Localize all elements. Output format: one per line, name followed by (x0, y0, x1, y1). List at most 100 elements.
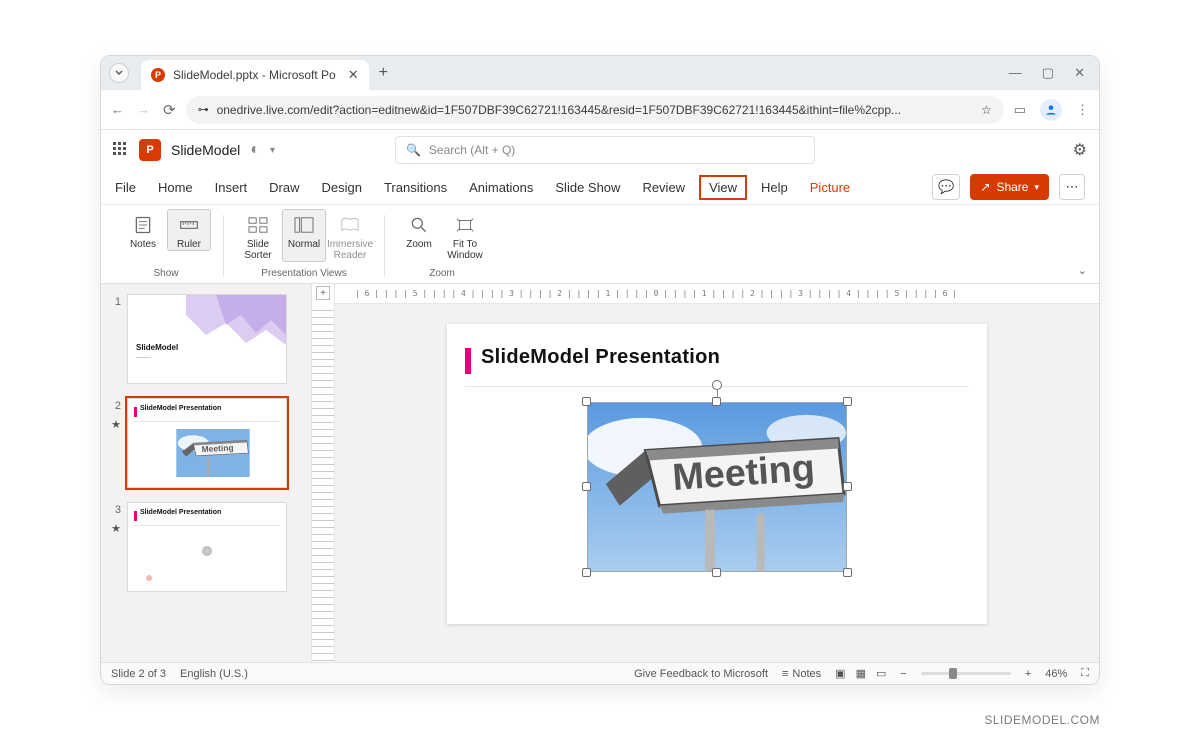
bookmark-star-icon[interactable]: ☆ (981, 103, 992, 117)
back-button[interactable]: ← (111, 102, 127, 118)
fit-to-window-status-button[interactable]: ⛶ (1081, 667, 1089, 680)
ruler-expand-button[interactable]: + (316, 286, 330, 300)
forward-button[interactable]: → (137, 102, 153, 118)
slideshow-view-icon[interactable]: ▭ (876, 667, 886, 680)
slide-title[interactable]: SlideModel Presentation (481, 346, 720, 369)
resize-handle-b[interactable] (712, 568, 721, 577)
thumb3-dot (146, 575, 152, 581)
tab-design[interactable]: Design (322, 176, 362, 199)
slide-sorter-button[interactable]: SlideSorter (236, 209, 280, 262)
tab-help[interactable]: Help (761, 176, 788, 199)
more-options-button[interactable]: ⋯ (1059, 174, 1085, 200)
sorter-view-icon[interactable]: ▦ (856, 667, 866, 680)
normal-view-button[interactable]: Normal (282, 209, 326, 262)
site-info-icon[interactable]: ⊶ (198, 103, 209, 116)
notes-toggle[interactable]: ≡Notes (782, 668, 821, 680)
zoom-slider-knob[interactable] (949, 668, 957, 679)
view-switcher: ▣ ▦ ▭ (835, 667, 886, 680)
zoom-label: Zoom (406, 239, 432, 250)
tab-file[interactable]: File (115, 176, 136, 199)
immersive-reader-button[interactable]: ImmersiveReader (328, 209, 372, 262)
tab-transitions[interactable]: Transitions (384, 176, 447, 199)
app-launcher-icon[interactable] (113, 142, 129, 158)
zoom-in-button[interactable]: + (1025, 668, 1031, 680)
browser-menu-icon[interactable]: ⋮ (1076, 102, 1089, 118)
resize-handle-t[interactable] (712, 397, 721, 406)
browser-tab[interactable]: P SlideModel.pptx - Microsoft Po ✕ (141, 60, 369, 90)
thumb1-art (186, 295, 286, 355)
fit-to-window-button[interactable]: Fit ToWindow (443, 209, 487, 262)
reload-button[interactable]: ⟳ (163, 101, 176, 119)
settings-gear-icon[interactable]: ⚙ (1073, 140, 1087, 160)
address-bar[interactable]: ⊶ onedrive.live.com/edit?action=editnew&… (186, 96, 1004, 124)
tab-picture[interactable]: Picture (810, 176, 850, 199)
zoom-slider[interactable] (921, 672, 1011, 675)
watermark: SLIDEMODEL.COM (984, 713, 1100, 727)
maximize-button[interactable]: ▢ (1042, 65, 1054, 81)
slide-canvas-area[interactable]: SlideModel Presentation (335, 304, 1099, 662)
document-name[interactable]: SlideModel (171, 142, 240, 158)
slide-counter[interactable]: Slide 2 of 3 (111, 668, 166, 680)
profile-avatar-icon[interactable] (1040, 99, 1062, 121)
slide-title-accent (465, 348, 471, 374)
notes-label: Notes (130, 239, 156, 250)
resize-handle-br[interactable] (843, 568, 852, 577)
close-tab-icon[interactable]: ✕ (348, 67, 359, 83)
thumb-number: 1 (111, 294, 121, 308)
slide-thumbnail-2[interactable]: SlideModel Presentation Meeting (127, 398, 287, 488)
browser-tab-bar: P SlideModel.pptx - Microsoft Po ✕ + — ▢… (101, 56, 1099, 90)
notes-button[interactable]: Notes (121, 209, 165, 251)
tab-review[interactable]: Review (642, 176, 685, 199)
ir-l1: Immersive (327, 239, 373, 250)
zoom-button[interactable]: Zoom (397, 209, 441, 262)
comments-button[interactable]: 💬 (932, 174, 960, 200)
tab-view[interactable]: View (699, 175, 747, 200)
slide[interactable]: SlideModel Presentation (447, 324, 987, 624)
app-header: P SlideModel ◐ ▾ 🔍 Search (Alt + Q) ⚙ (101, 130, 1099, 170)
collapse-ribbon-button[interactable]: ⌄ (1078, 264, 1087, 277)
thumb-number: 3 (111, 502, 121, 516)
share-label: Share (996, 180, 1028, 194)
thumb3-accent (134, 511, 137, 521)
ruler-button[interactable]: Ruler (167, 209, 211, 251)
extensions-icon[interactable]: ▭ (1014, 102, 1026, 118)
feedback-link[interactable]: Give Feedback to Microsoft (634, 668, 768, 680)
animation-star-icon: ★ (111, 522, 121, 535)
resize-handle-l[interactable] (582, 482, 591, 491)
tab-animations[interactable]: Animations (469, 176, 533, 199)
close-window-button[interactable]: ✕ (1074, 65, 1085, 81)
tab-home[interactable]: Home (158, 176, 193, 199)
svg-text:Meeting: Meeting (201, 442, 233, 454)
thumb2-accent (134, 407, 137, 417)
powerpoint-favicon-icon: P (151, 68, 165, 82)
resize-handle-bl[interactable] (582, 568, 591, 577)
doc-options-chevron-icon[interactable]: ▾ (270, 145, 275, 156)
powerpoint-logo-icon: P (139, 139, 161, 161)
search-input[interactable]: 🔍 Search (Alt + Q) (395, 136, 815, 164)
tab-slideshow[interactable]: Slide Show (555, 176, 620, 199)
thumbnail-row: 1 SlideModel ——— (111, 294, 301, 384)
language-status[interactable]: English (U.S.) (180, 668, 248, 680)
zoom-percent[interactable]: 46% (1045, 668, 1067, 680)
minimize-button[interactable]: — (1009, 65, 1022, 81)
tab-draw[interactable]: Draw (269, 176, 299, 199)
resize-handle-tr[interactable] (843, 397, 852, 406)
url-text: onedrive.live.com/edit?action=editnew&id… (217, 103, 901, 117)
zoom-icon (407, 214, 431, 236)
search-placeholder: Search (Alt + Q) (429, 143, 515, 157)
slide-thumbnail-1[interactable]: SlideModel ——— (127, 294, 287, 384)
ribbon-group-views: SlideSorter Normal ImmersiveReader Prese… (230, 209, 378, 283)
tab-menu-button[interactable] (109, 63, 129, 83)
resize-handle-r[interactable] (843, 482, 852, 491)
ss-l1: Slide (247, 239, 269, 250)
zoom-out-button[interactable]: − (900, 668, 906, 680)
canvas-wrap: | 6 | | | | 5 | | | | 4 | | | | 3 | | | … (335, 284, 1099, 662)
normal-view-icon[interactable]: ▣ (835, 667, 845, 680)
thumbnail-row: 2 ★ SlideModel Presentation Meeting (111, 398, 301, 488)
resize-handle-tl[interactable] (582, 397, 591, 406)
slide-thumbnail-3[interactable]: SlideModel Presentation (127, 502, 287, 592)
selected-image[interactable]: Meeting (587, 402, 847, 572)
share-button[interactable]: ↗ Share ▾ (970, 174, 1049, 200)
tab-insert[interactable]: Insert (215, 176, 248, 199)
new-tab-button[interactable]: + (379, 64, 388, 82)
